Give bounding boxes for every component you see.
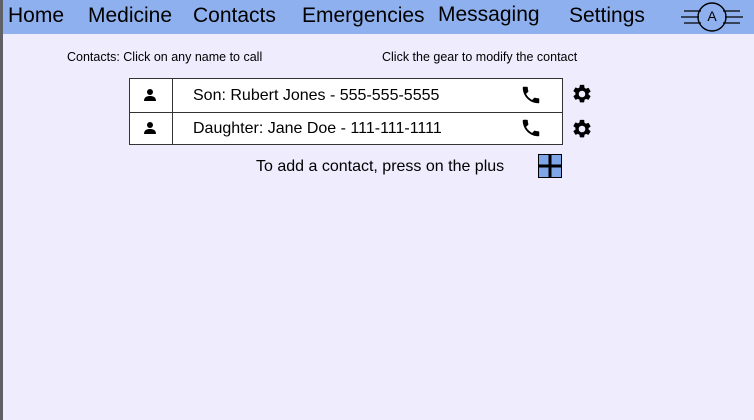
person-icon bbox=[144, 122, 156, 134]
top-navbar: Home Medicine Contacts Emergencies Messa… bbox=[3, 0, 754, 34]
nav-home[interactable]: Home bbox=[8, 4, 64, 28]
phone-icon[interactable] bbox=[520, 84, 542, 106]
avatar-initial: A bbox=[707, 8, 717, 24]
nav-contacts[interactable]: Contacts bbox=[193, 4, 276, 28]
contacts-table: Son: Rubert Jones - 555-555-5555 Daughte… bbox=[129, 78, 563, 145]
contact-row[interactable]: Son: Rubert Jones - 555-555-5555 bbox=[130, 79, 562, 113]
add-contact-button[interactable] bbox=[538, 154, 562, 178]
gear-icon[interactable] bbox=[571, 118, 593, 140]
add-contact-instruction: To add a contact, press on the plus bbox=[256, 158, 505, 175]
profile-avatar-button[interactable]: A bbox=[681, 1, 743, 33]
contact-row[interactable]: Daughter: Jane Doe - 111-111-1111 bbox=[130, 112, 562, 145]
call-hint-text: Contacts: Click on any name to call bbox=[67, 50, 263, 64]
row-divider bbox=[172, 112, 173, 145]
modify-hint-text: Click the gear to modify the contact bbox=[382, 50, 578, 64]
nav-emergencies[interactable]: Emergencies bbox=[302, 4, 425, 28]
person-icon bbox=[144, 89, 156, 101]
nav-medicine[interactable]: Medicine bbox=[88, 4, 172, 28]
row-divider bbox=[172, 79, 173, 112]
nav-settings[interactable]: Settings bbox=[569, 4, 645, 28]
contact-name-daughter[interactable]: Daughter: Jane Doe - 111-111-1111 bbox=[193, 119, 442, 139]
gear-icon[interactable] bbox=[571, 83, 593, 105]
app-screen: Home Medicine Contacts Emergencies Messa… bbox=[3, 0, 754, 420]
nav-messaging[interactable]: Messaging bbox=[438, 3, 540, 27]
phone-icon[interactable] bbox=[520, 117, 542, 139]
contact-name-son[interactable]: Son: Rubert Jones - 555-555-5555 bbox=[193, 86, 439, 106]
